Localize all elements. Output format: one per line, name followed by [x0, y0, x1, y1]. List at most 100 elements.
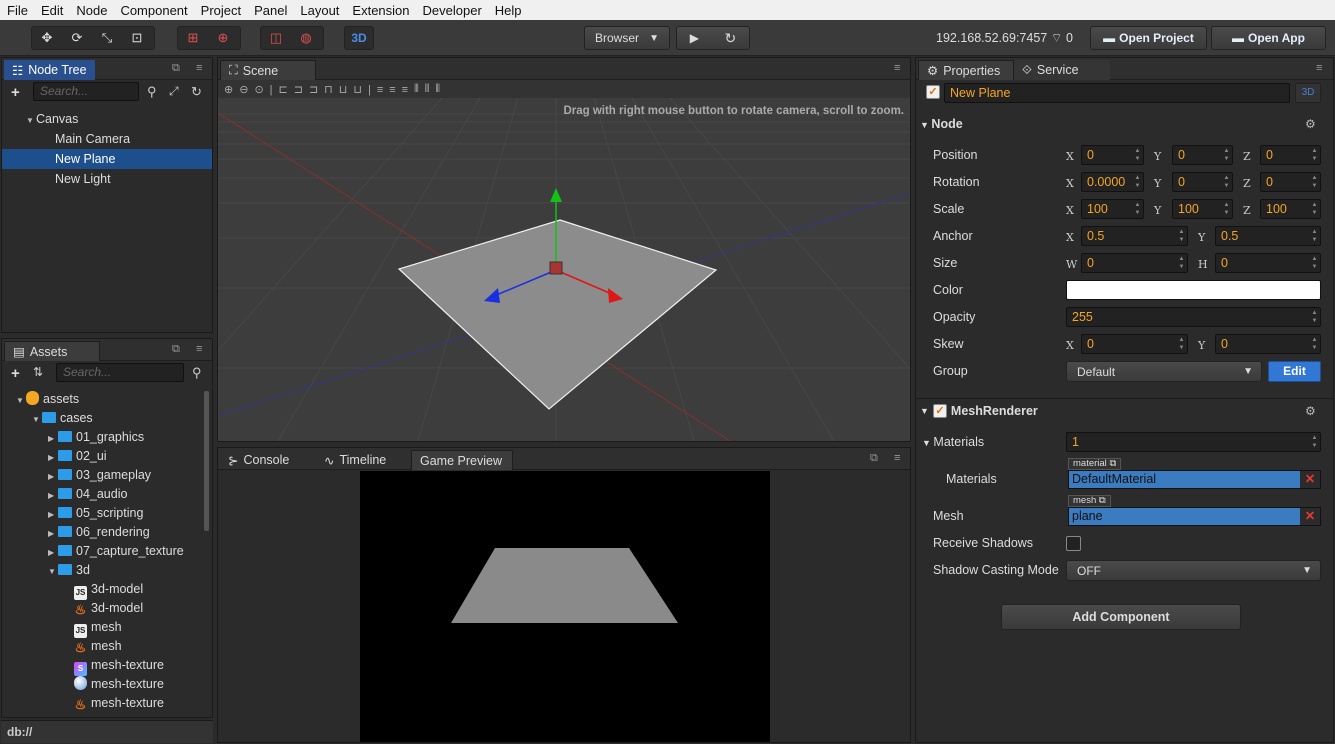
menu-extension[interactable]: Extension: [345, 3, 415, 18]
tab-game-preview[interactable]: Game Preview: [411, 450, 513, 470]
node-name-input[interactable]: New Plane: [944, 83, 1290, 103]
search-icon[interactable]: ⚲: [192, 365, 202, 381]
skew-y-input[interactable]: 0 ▲ ▼: [1215, 334, 1321, 354]
stepper-icon[interactable]: ▲ ▼: [1177, 228, 1186, 244]
close-icon[interactable]: ✕: [1300, 471, 1320, 488]
size-w-input[interactable]: 0 ▲ ▼: [1081, 253, 1188, 273]
align-middle-icon[interactable]: ⊔: [339, 83, 348, 96]
stepper-icon[interactable]: ▲ ▼: [1310, 255, 1319, 271]
gizmo-icon[interactable]: ◫: [261, 27, 291, 49]
mesh-asset-field[interactable]: plane ✕: [1068, 507, 1321, 526]
menu-layout[interactable]: Layout: [293, 3, 345, 18]
distribute-4-icon[interactable]: ⫴: [414, 83, 419, 96]
rotation-y-input[interactable]: 0 ▲ ▼: [1172, 172, 1233, 192]
scale-tool-icon[interactable]: ⤡: [92, 27, 122, 49]
stepper-icon[interactable]: ▲ ▼: [1222, 201, 1231, 217]
grid-icon[interactable]: ◍: [291, 27, 321, 49]
play-icon[interactable]: ▶: [690, 31, 699, 45]
stepper-icon[interactable]: ▲ ▼: [1310, 201, 1319, 217]
rect-tool-icon[interactable]: ⊡: [122, 27, 152, 49]
distribute-3-icon[interactable]: ≡: [402, 84, 408, 96]
position-y-input[interactable]: 0 ▲ ▼: [1172, 145, 1233, 165]
scale-z-input[interactable]: 100 ▲ ▼: [1260, 199, 1321, 219]
stepper-icon[interactable]: ▲ ▼: [1310, 434, 1319, 450]
stepper-icon[interactable]: ▲ ▼: [1177, 336, 1186, 352]
align-bottom-icon[interactable]: ⊔: [353, 83, 362, 96]
gear-icon[interactable]: ⚙: [1305, 404, 1316, 418]
tab-properties[interactable]: ⚙ Properties: [918, 60, 1014, 80]
asset-folder[interactable]: ▶ 02_ui: [2, 446, 212, 466]
materials-count-label[interactable]: ▼ Materials: [922, 435, 984, 449]
panel-menu-icon[interactable]: ≡: [894, 62, 900, 74]
stepper-icon[interactable]: ▲ ▼: [1133, 147, 1142, 163]
asset-item-cases[interactable]: ▼ cases: [2, 408, 212, 428]
popout-icon[interactable]: ⧉: [172, 62, 180, 75]
component-enabled-checkbox[interactable]: ✓: [932, 404, 947, 418]
asset-folder[interactable]: ▶ 01_graphics: [2, 427, 212, 447]
stepper-icon[interactable]: ▲ ▼: [1310, 174, 1319, 190]
zoom-out-icon[interactable]: ⊖: [239, 83, 248, 96]
menu-file[interactable]: File: [0, 3, 34, 18]
3d-badge[interactable]: 3D: [1295, 83, 1321, 103]
popout-icon[interactable]: ⧉: [172, 343, 180, 356]
asset-file[interactable]: JS mesh: [2, 617, 212, 638]
asset-file[interactable]: ♨ mesh-texture: [2, 693, 212, 713]
stepper-icon[interactable]: ▲ ▼: [1222, 174, 1231, 190]
scene-viewport[interactable]: Drag with right mouse button to rotate c…: [218, 98, 910, 441]
tree-item-main-camera[interactable]: Main Camera: [2, 129, 212, 149]
asset-folder[interactable]: ▶ 03_gameplay: [2, 465, 212, 485]
open-app-button[interactable]: ▬ Open App: [1211, 26, 1326, 50]
tab-scene[interactable]: ⛶ Scene: [220, 60, 316, 80]
distribute-6-icon[interactable]: ⫴: [435, 83, 440, 96]
asset-file[interactable]: mesh-texture: [2, 674, 212, 694]
tab-service[interactable]: ⟐ Service: [1014, 60, 1110, 80]
mesh-renderer-header[interactable]: ▼ ✓ MeshRenderer: [920, 404, 1038, 418]
shadow-casting-select[interactable]: OFF ▼: [1066, 560, 1321, 581]
add-node-icon[interactable]: +: [11, 84, 20, 101]
distribute-1-icon[interactable]: ≡: [377, 84, 383, 96]
menu-panel[interactable]: Panel: [247, 3, 293, 18]
refresh-icon[interactable]: ↻: [191, 84, 202, 100]
asset-folder[interactable]: ▶ 06_rendering: [2, 522, 212, 542]
add-component-button[interactable]: Add Component: [1001, 604, 1241, 630]
stepper-icon[interactable]: ▲ ▼: [1310, 336, 1319, 352]
stepper-icon[interactable]: ▲ ▼: [1310, 147, 1319, 163]
refresh-icon[interactable]: ↻: [725, 30, 737, 47]
node-section-header[interactable]: ▼ Node: [920, 117, 963, 131]
node-search-input[interactable]: Search...: [33, 82, 139, 101]
tree-item-new-plane[interactable]: New Plane: [2, 149, 212, 169]
zoom-in-icon[interactable]: ⊕: [224, 83, 233, 96]
stepper-icon[interactable]: ▲ ▼: [1133, 201, 1142, 217]
pivot-icon[interactable]: ⊞: [178, 27, 208, 49]
panel-menu-icon[interactable]: ≡: [1316, 62, 1322, 74]
asset-file[interactable]: ♨ mesh: [2, 636, 212, 656]
tab-assets[interactable]: ▤ Assets: [4, 341, 100, 361]
asset-file[interactable]: JS 3d-model: [2, 579, 212, 600]
align-center-icon[interactable]: ⊐: [294, 83, 303, 96]
anchor-y-input[interactable]: 0.5 ▲ ▼: [1215, 226, 1321, 246]
stepper-icon[interactable]: ▲ ▼: [1310, 228, 1319, 244]
popout-icon[interactable]: ⧉: [870, 452, 878, 465]
anchor-x-input[interactable]: 0.5 ▲ ▼: [1081, 226, 1188, 246]
scale-y-input[interactable]: 100 ▲ ▼: [1172, 199, 1233, 219]
distribute-5-icon[interactable]: ⫴: [425, 83, 430, 96]
skew-x-input[interactable]: 0 ▲ ▼: [1081, 334, 1188, 354]
menu-developer[interactable]: Developer: [416, 3, 488, 18]
stepper-icon[interactable]: ▲ ▼: [1177, 255, 1186, 271]
menu-component[interactable]: Component: [113, 3, 193, 18]
position-z-input[interactable]: 0 ▲ ▼: [1260, 145, 1321, 165]
asset-search-input[interactable]: Search...: [56, 363, 184, 382]
materials-count-input[interactable]: 1 ▲ ▼: [1066, 432, 1321, 452]
asset-folder[interactable]: ▶ 05_scripting: [2, 503, 212, 523]
tree-item-new-light[interactable]: New Light: [2, 169, 212, 189]
open-project-button[interactable]: ▬ Open Project: [1090, 26, 1207, 50]
edit-group-button[interactable]: Edit: [1268, 361, 1321, 382]
expand-icon[interactable]: ⤢: [169, 84, 179, 99]
receive-shadows-checkbox[interactable]: [1066, 536, 1081, 551]
menu-help[interactable]: Help: [488, 3, 528, 18]
gear-icon[interactable]: ⚙: [1305, 117, 1316, 131]
menu-project[interactable]: Project: [194, 3, 247, 18]
tab-timeline[interactable]: ∿ Timeline: [316, 450, 410, 470]
rotation-x-input[interactable]: 0.0000 ▲ ▼: [1081, 172, 1144, 192]
asset-file[interactable]: Smesh-texture: [2, 655, 212, 676]
